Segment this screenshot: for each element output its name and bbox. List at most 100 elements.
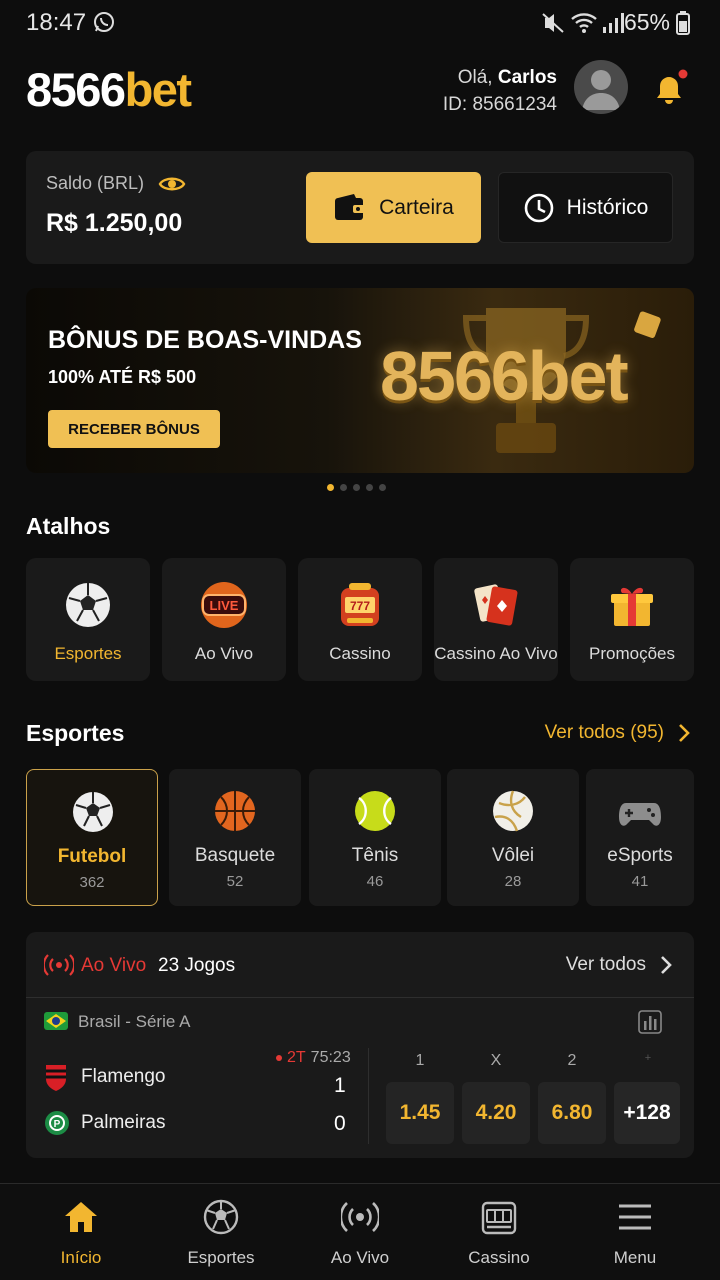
status-bar: 18:47 65% [0, 0, 720, 46]
balance-label: Saldo (BRL) [46, 173, 145, 193]
sport-card-esports[interactable]: eSports 41 [586, 769, 694, 906]
match-time: 75:23 [310, 1049, 351, 1066]
broadcast-icon [341, 1202, 379, 1232]
nav-item-menu[interactable]: Menu [565, 1184, 705, 1280]
banner-title: BÔNUS DE BOAS-VINDAS [48, 326, 362, 354]
banner-subtitle: 100% ATÉ R$ 500 [48, 367, 197, 387]
wallet-icon [335, 193, 366, 220]
logo-text-gold: bet [124, 63, 193, 116]
brazil-flag-icon [44, 1012, 68, 1030]
nav-item-inicio[interactable]: Início [11, 1184, 151, 1280]
logo-text-white: 8566 [26, 63, 126, 116]
brand-logo[interactable]: 8566bet [26, 62, 193, 117]
history-button[interactable]: Histórico [498, 172, 673, 243]
signal-icon [603, 13, 624, 33]
clock-icon [524, 193, 553, 222]
away-team-name: Palmeiras [81, 1112, 166, 1133]
away-score: 0 [334, 1112, 346, 1135]
whatsapp-icon [94, 12, 114, 32]
sport-name: Basquete [194, 845, 276, 866]
league-name: Brasil - Série A [78, 1012, 191, 1031]
carousel-dot[interactable] [340, 484, 347, 491]
sport-count: 41 [631, 873, 649, 890]
sport-count: 46 [366, 873, 384, 890]
promo-banner[interactable]: BÔNUS DE BOAS-VINDAS 100% ATÉ R$ 500 REC… [26, 288, 694, 473]
slot-machine-icon: 777 [341, 583, 379, 626]
sports-see-all-link[interactable]: Ver todos (95) [545, 722, 690, 744]
banner-brand-text: 8566bet [380, 337, 629, 415]
odds-header-x: X [490, 1052, 502, 1069]
shortcut-label: Promoções [589, 644, 675, 663]
user-id: ID: 85661234 [442, 94, 557, 115]
carousel-dot[interactable] [353, 484, 360, 491]
basketball-icon [215, 791, 255, 831]
divider [368, 1048, 369, 1144]
battery-percent: 65% [623, 9, 670, 35]
claim-bonus-button[interactable]: RECEBER BÔNUS [48, 410, 220, 448]
wallet-button[interactable]: Carteira [306, 172, 481, 243]
nav-label: Ao Vivo [330, 1248, 390, 1267]
sport-card-tenis[interactable]: Tênis 46 [309, 769, 441, 906]
sport-count: 362 [79, 874, 105, 891]
match-clock: 2T 75:23 [276, 1049, 351, 1067]
nav-item-ao-vivo[interactable]: Ao Vivo [290, 1184, 430, 1280]
stats-chart-icon[interactable] [638, 1010, 662, 1034]
bottom-nav: Início Esportes Ao Vivo Cassino Menu [0, 1183, 720, 1280]
live-badge-icon: LIVE [201, 582, 247, 628]
carousel-dot[interactable] [366, 484, 373, 491]
nav-item-cassino[interactable]: Cassino [429, 1184, 569, 1280]
wifi-icon [571, 13, 597, 33]
shortcut-ao-vivo[interactable]: LIVE Ao Vivo [162, 558, 286, 681]
sport-card-basquete[interactable]: Basquete 52 [169, 769, 301, 906]
tennis-ball-icon [355, 791, 395, 831]
nav-label: Menu [613, 1248, 657, 1267]
volleyball-icon [493, 790, 533, 832]
home-score: 1 [334, 1074, 346, 1097]
sport-card-volei[interactable]: Vôlei 28 [447, 769, 579, 906]
user-greeting: Olá, Carlos ID: 85661234 [443, 64, 557, 118]
shortcut-cassino[interactable]: 777 Cassino [298, 558, 422, 681]
history-label: Histórico [566, 195, 649, 219]
balance-label-row: Saldo (BRL) [46, 173, 186, 194]
odd-home-button[interactable]: 1.45 [386, 1082, 454, 1144]
shortcut-promocoes[interactable]: Promoções [570, 558, 694, 681]
balance-value: R$ 1.250,00 [46, 209, 183, 237]
user-name: Carlos [497, 67, 557, 88]
gamepad-icon [619, 803, 661, 826]
shortcut-esportes[interactable]: Esportes [26, 558, 150, 681]
odd-away-button[interactable]: 6.80 [538, 1082, 606, 1144]
match-period: 2T [287, 1049, 306, 1066]
live-see-all-link[interactable]: Ver todos [566, 954, 672, 976]
battery-icon [676, 11, 690, 35]
eye-icon[interactable] [158, 174, 186, 194]
sport-name: Vôlei [491, 845, 535, 866]
mute-icon [542, 13, 564, 33]
carousel-dots[interactable] [327, 484, 386, 491]
svg-text:LIVE: LIVE [210, 598, 239, 613]
home-icon [65, 1202, 97, 1232]
shortcut-cassino-ao-vivo[interactable]: Cassino Ao Vivo [434, 558, 558, 681]
nav-item-esportes[interactable]: Esportes [151, 1184, 291, 1280]
status-time: 18:47 [26, 9, 87, 36]
nav-label: Esportes [187, 1248, 255, 1267]
see-all-label: Ver todos [565, 954, 646, 975]
notifications-button[interactable] [648, 68, 690, 110]
sport-card-futebol[interactable]: Futebol 362 [26, 769, 158, 906]
odd-draw-button[interactable]: 4.20 [462, 1082, 530, 1144]
flamengo-crest-icon [46, 1065, 66, 1091]
user-silhouette-icon [582, 70, 620, 110]
bell-icon [657, 69, 688, 104]
home-team-name: Flamengo [81, 1066, 166, 1087]
carousel-dot[interactable] [379, 484, 386, 491]
sport-count: 28 [504, 873, 522, 890]
slot-machine-icon [481, 1201, 517, 1235]
menu-icon [619, 1204, 651, 1230]
carousel-dot[interactable] [327, 484, 334, 491]
more-markets-button[interactable]: +128 [614, 1082, 680, 1144]
odds-header-1: 1 [415, 1052, 425, 1069]
sport-name: Tênis [351, 845, 399, 866]
sport-name: eSports [607, 845, 673, 866]
avatar[interactable] [574, 60, 628, 114]
shortcut-label: Ao Vivo [194, 644, 254, 663]
balance-card: Saldo (BRL) R$ 1.250,00 Carteira Históri… [26, 151, 694, 264]
